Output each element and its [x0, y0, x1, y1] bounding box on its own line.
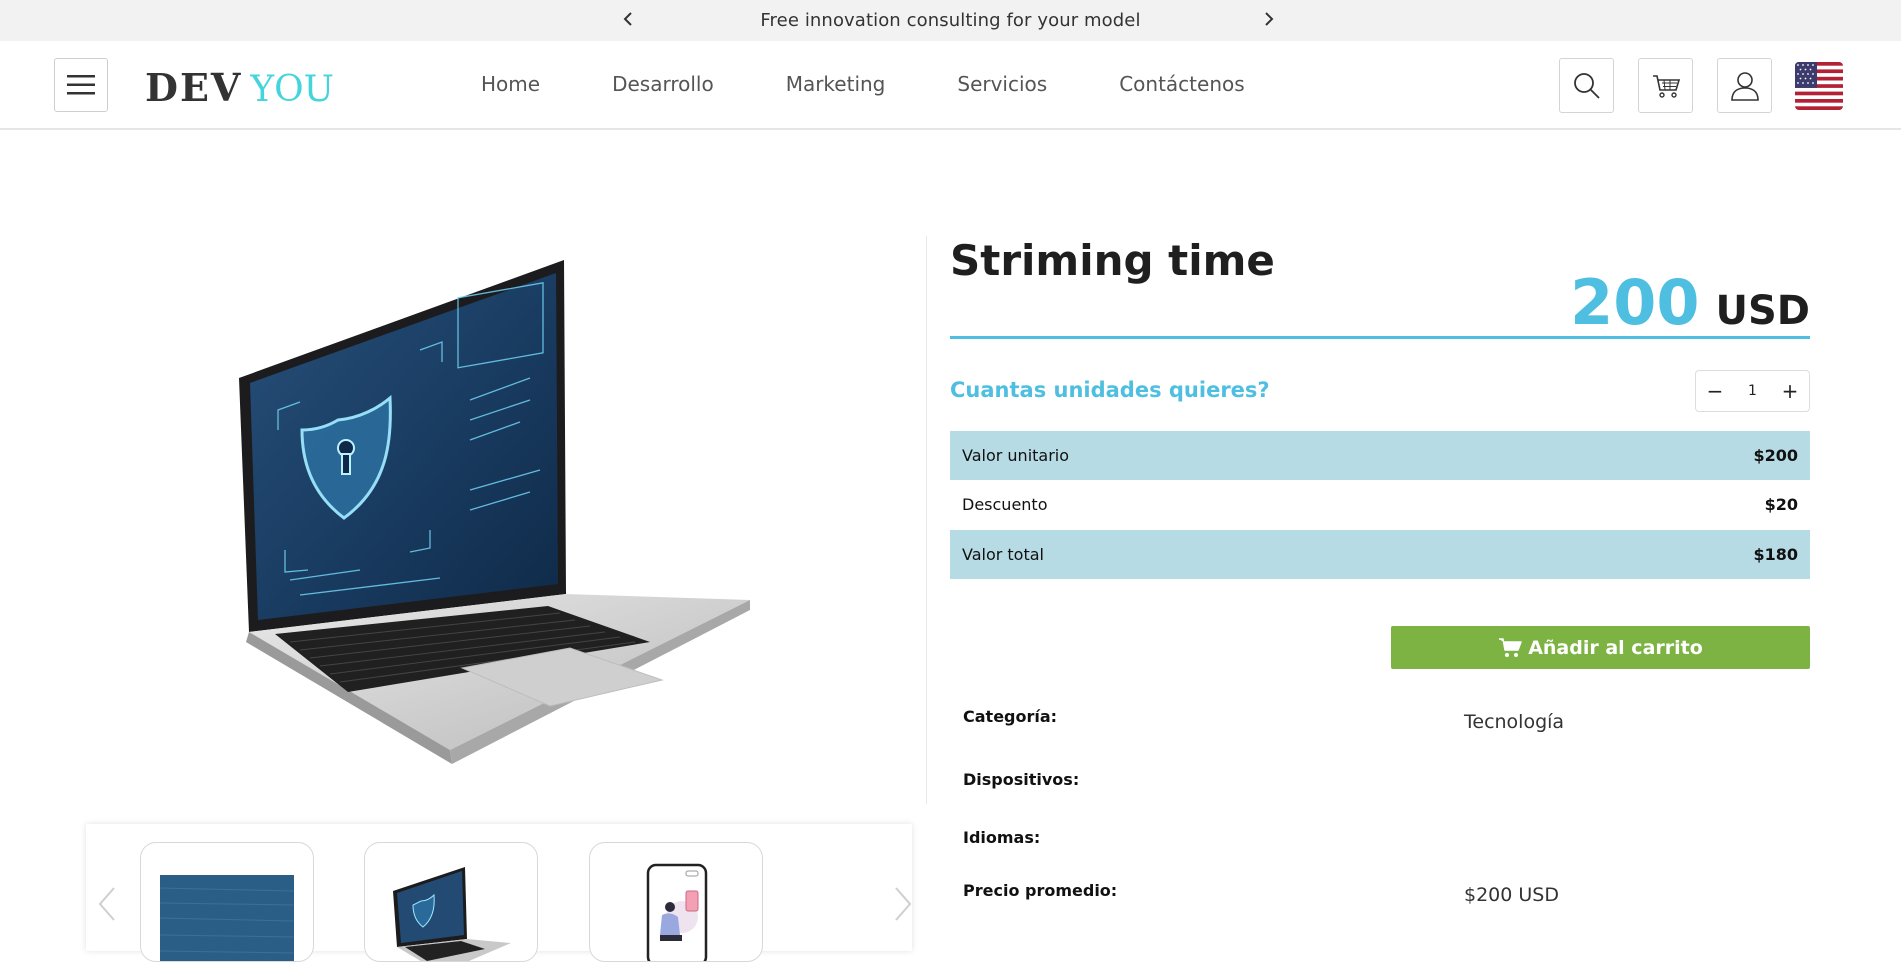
- chevron-left-icon: [98, 887, 115, 921]
- logo-dev-text: DEV: [145, 65, 243, 110]
- us-flag-icon: [1795, 62, 1843, 110]
- summary-value: $180: [1753, 545, 1798, 564]
- product-title: Striming time: [950, 236, 1275, 285]
- hamburger-menu-icon: [67, 75, 95, 95]
- summary-label: Valor total: [962, 545, 1044, 564]
- product-price: 200 USD: [1570, 266, 1810, 339]
- price-divider: [950, 336, 1810, 339]
- price-amount: 200: [1570, 266, 1700, 339]
- quantity-increment-button[interactable]: +: [1781, 379, 1799, 403]
- chevron-left-icon: [623, 12, 632, 26]
- product-main-image: [230, 250, 760, 770]
- add-to-cart-button[interactable]: Añadir al carrito: [1391, 626, 1810, 669]
- price-currency: USD: [1715, 288, 1811, 334]
- spec-label-devices: Dispositivos:: [963, 770, 1080, 789]
- cart-icon: [1652, 74, 1680, 98]
- column-divider: [926, 236, 927, 804]
- laptop-image: [239, 260, 750, 764]
- summary-value: $20: [1764, 495, 1798, 514]
- spec-label-languages: Idiomas:: [963, 828, 1041, 847]
- thumbnail-ocean[interactable]: [140, 842, 314, 962]
- thumbnail-carousel: [86, 824, 912, 962]
- language-selector[interactable]: [1795, 62, 1843, 110]
- nav-contactenos[interactable]: Contáctenos: [1119, 72, 1244, 96]
- quantity-decrement-button[interactable]: −: [1706, 379, 1724, 403]
- summary-label: Valor unitario: [962, 446, 1070, 465]
- quantity-stepper: − 1 +: [1695, 370, 1810, 412]
- chevron-right-icon: [895, 887, 912, 921]
- user-icon: [1730, 71, 1759, 101]
- thumbnail-next-button[interactable]: [890, 884, 916, 924]
- thumbnail-prev-button[interactable]: [94, 884, 120, 924]
- spec-label-category: Categoría:: [963, 707, 1058, 726]
- site-logo[interactable]: DEV YOU: [145, 65, 335, 110]
- spec-label-average-price: Precio promedio:: [963, 881, 1118, 900]
- logo-you-text: YOU: [250, 69, 335, 110]
- nav-desarrollo[interactable]: Desarrollo: [612, 72, 714, 96]
- summary-value: $200: [1753, 446, 1798, 465]
- account-button[interactable]: [1717, 58, 1772, 113]
- nav-servicios[interactable]: Servicios: [957, 72, 1047, 96]
- cart-button[interactable]: [1638, 58, 1693, 113]
- announcement-bar: Free innovation consulting for your mode…: [0, 0, 1901, 41]
- announcement-next-button[interactable]: [1257, 7, 1281, 31]
- chevron-right-icon: [1265, 12, 1274, 26]
- summary-row-unit-value: Valor unitario $200: [950, 431, 1810, 480]
- summary-row-total: Valor total $180: [950, 530, 1810, 579]
- menu-button[interactable]: [54, 58, 108, 112]
- spec-value-category: Tecnología: [1464, 711, 1565, 733]
- laptop-thumbnail-image: [393, 867, 511, 961]
- thumbnail-laptop[interactable]: [364, 842, 538, 962]
- spec-value-average-price: $200 USD: [1464, 884, 1559, 906]
- main-nav: Home Desarrollo Marketing Servicios Cont…: [481, 72, 1317, 96]
- search-icon: [1573, 72, 1600, 99]
- site-header: DEV YOU Home Desarrollo Marketing Servic…: [0, 41, 1901, 130]
- announcement-text: Free innovation consulting for your mode…: [760, 10, 1141, 31]
- nav-marketing[interactable]: Marketing: [786, 72, 886, 96]
- search-button[interactable]: [1559, 58, 1614, 113]
- nav-home[interactable]: Home: [481, 72, 540, 96]
- summary-label: Descuento: [962, 495, 1048, 514]
- ocean-thumbnail-image: [159, 875, 295, 961]
- add-to-cart-label: Añadir al carrito: [1528, 636, 1703, 659]
- thumbnail-phone[interactable]: [589, 842, 763, 962]
- phone-thumbnail-image: [646, 863, 708, 961]
- announcement-prev-button[interactable]: [616, 7, 640, 31]
- cart-icon: [1499, 637, 1522, 657]
- quantity-label: Cuantas unidades quieres?: [950, 378, 1270, 402]
- quantity-value[interactable]: 1: [1748, 383, 1757, 399]
- summary-row-discount: Descuento $20: [950, 480, 1810, 529]
